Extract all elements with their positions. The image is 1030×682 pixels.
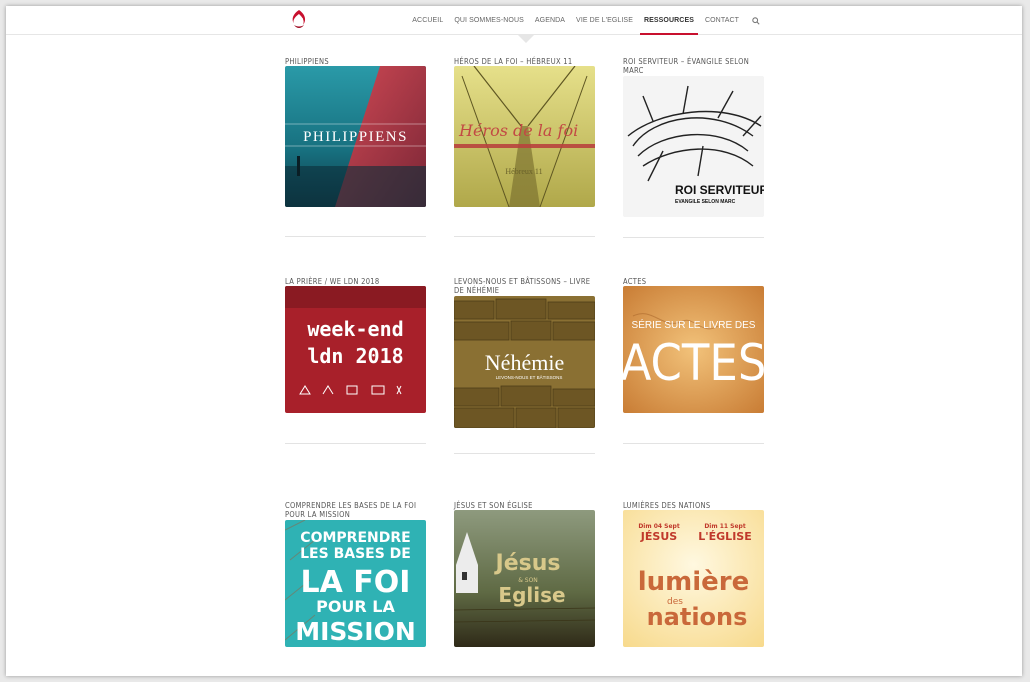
thumbnail-line-5: MISSION [295,617,416,646]
thumbnail-subtext: LEVONS-NOUS ET BÂTISSONS [496,374,563,380]
nav-qui-sommes-nous[interactable]: QUI SOMMES-NOUS [454,6,524,35]
resource-thumbnail[interactable]: Dim 04 Sept Dim 11 Sept JÉSUS L'ÉGLISE l… [623,510,764,647]
resource-thumbnail[interactable]: week-end ldn 2018 [285,286,426,413]
thumbnail-text: Héros de la foi [458,121,578,140]
thumbnail-subtext: SÉRIE SUR LE LIVRE DES [632,318,756,331]
resource-card-actes[interactable]: ACTES SÉRIE SUR LE LIVRE DES ACTES [623,277,764,444]
date-2: Dim 11 Sept [704,523,746,530]
resource-thumbnail[interactable]: SÉRIE SUR LE LIVRE DES ACTES [623,286,764,413]
nav-contact[interactable]: CONTACT [705,6,739,35]
thumbnail-subtext: EVANGILE SELON MARC [675,199,736,205]
resource-card-lumieres-des-nations[interactable]: LUMIÈRES DES NATIONS Dim 04 Sept Dim 11 … [623,501,764,647]
resource-title[interactable]: LEVONS-NOUS ET BÂTISSONS – LIVRE DE NÉHÉ… [454,277,595,295]
thumbnail-line-2: LES BASES DE [300,546,411,562]
thumbnail-line-1: COMPRENDRE [300,530,410,546]
thumbnail-subtext: nations [647,603,748,631]
thumbnail-text: week-end [307,317,403,341]
nav-vie-de-l-eglise[interactable]: VIE DE L'EGLISE [576,6,633,35]
thumbnail-text: Néhémie [485,350,564,375]
resource-title[interactable]: PHILIPPIENS [285,57,426,66]
thumbnail-subtext: Hébreux 11 [505,167,542,176]
thumbnail-text: lumière [638,567,750,597]
resource-card-jesus-et-son-eglise[interactable]: JÉSUS ET SON ÉGLISE Jésus & SON Eglise [454,501,595,647]
date-1: Dim 04 Sept [638,523,680,530]
thumbnail-subtext: Eglise [498,583,565,607]
resource-card-heros-de-la-foi[interactable]: HÉROS DE LA FOI – HÉBREUX 11 Héros de la… [454,57,595,237]
resource-card-philippiens[interactable]: PHILIPPIENS PHILIPPIENS [285,57,426,237]
resource-thumbnail[interactable]: PHILIPPIENS [285,66,426,207]
resource-title[interactable]: LUMIÈRES DES NATIONS [623,501,764,510]
header-bar: ACCUEIL QUI SOMMES-NOUS AGENDA VIE DE L'… [6,6,1022,35]
resource-card-la-priere[interactable]: LA PRIÈRE / WE LDN 2018 week-end ldn 201… [285,277,426,444]
card-divider [285,443,426,444]
thumbnail-text: ROI SERVITEUR [675,183,764,197]
resource-title[interactable]: LA PRIÈRE / WE LDN 2018 [285,277,426,286]
thumbnail-subtext: ldn 2018 [307,344,403,368]
thumbnail-text: Jésus [494,551,561,576]
resource-title[interactable]: COMPRENDRE LES BASES DE LA FOI POUR LA M… [285,501,426,519]
card-divider [454,453,595,454]
word-1: JÉSUS [640,530,677,543]
word-2: L'ÉGLISE [698,530,751,543]
resource-title[interactable]: ROI SERVITEUR – ÉVANGILE SELON MARC [623,57,764,75]
church-logo-icon[interactable] [289,9,309,31]
resource-thumbnail[interactable]: Néhémie LEVONS-NOUS ET BÂTISSONS [454,296,595,428]
search-icon[interactable] [750,6,762,35]
resource-thumbnail[interactable]: Jésus & SON Eglise [454,510,595,647]
resource-thumbnail[interactable]: ROI SERVITEUR EVANGILE SELON MARC [623,76,764,217]
main-nav: ACCUEIL QUI SOMMES-NOUS AGENDA VIE DE L'… [412,6,762,35]
menu-pointer [518,35,534,43]
card-divider [454,236,595,237]
resource-card-comprendre-les-bases[interactable]: COMPRENDRE LES BASES DE LA FOI POUR LA M… [285,501,426,647]
resource-card-roi-serviteur[interactable]: ROI SERVITEUR – ÉVANGILE SELON MARC ROI … [623,57,764,238]
resource-thumbnail[interactable]: COMPRENDRE LES BASES DE LA FOI POUR LA M… [285,520,426,647]
thumbnail-text: PHILIPPIENS [303,129,408,145]
nav-agenda[interactable]: AGENDA [535,6,565,35]
resource-title[interactable]: HÉROS DE LA FOI – HÉBREUX 11 [454,57,595,66]
card-divider [623,443,764,444]
resource-title[interactable]: ACTES [623,277,764,286]
browser-frame: ACCUEIL QUI SOMMES-NOUS AGENDA VIE DE L'… [6,6,1022,676]
resource-card-nehemie[interactable]: LEVONS-NOUS ET BÂTISSONS – LIVRE DE NÉHÉ… [454,277,595,454]
nav-accueil[interactable]: ACCUEIL [412,6,443,35]
resource-thumbnail[interactable]: Héros de la foi Hébreux 11 [454,66,595,207]
card-divider [285,236,426,237]
thumbnail-line-4: POUR LA [316,597,395,616]
resource-title[interactable]: JÉSUS ET SON ÉGLISE [454,501,595,510]
card-divider [623,237,764,238]
thumbnail-line-3: LA FOI [301,565,411,600]
nav-ressources[interactable]: RESSOURCES [639,6,699,35]
thumbnail-text: ACTES [623,334,764,392]
